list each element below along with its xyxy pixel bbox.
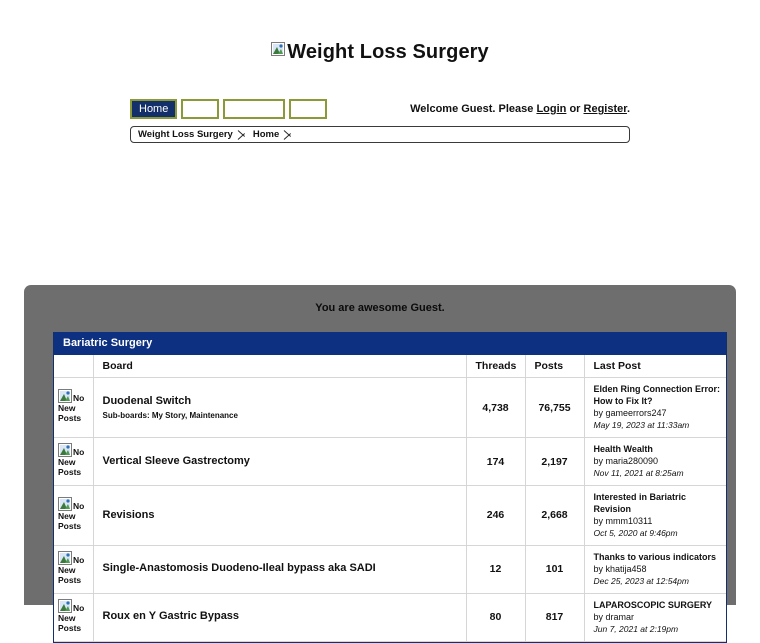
welcome-suffix: . <box>626 103 630 115</box>
no-new-posts-indicator: No New Posts <box>58 389 88 423</box>
board-info-cell: Vertical Sleeve Gastrectomy <box>93 437 467 486</box>
welcome-separator: or <box>566 103 584 115</box>
breadcrumb-separator-icon <box>235 127 251 142</box>
subboards-prefix: Sub-boards: <box>102 410 152 420</box>
nav-tab-home[interactable]: Home <box>130 99 178 119</box>
board-info-cell: Roux en Y Gastric Bypass <box>93 593 467 642</box>
site-title: Weight Loss Surgery <box>287 41 489 63</box>
board-threads-count: 174 <box>466 437 526 486</box>
table-row: No New Posts Duodenal Switch Sub-boards:… <box>54 377 727 439</box>
last-post-author[interactable]: by maria280090 <box>594 456 727 468</box>
broken-image-icon <box>271 42 286 56</box>
table-row: No New Posts Vertical Sleeve Gastrectomy… <box>54 437 727 486</box>
table-header-row: Board Threads Posts Last Post <box>54 355 726 379</box>
broken-image-icon <box>58 389 72 404</box>
board-link[interactable]: Vertical Sleeve Gastrectomy <box>103 455 466 469</box>
board-link[interactable]: Roux en Y Gastric Bypass <box>103 610 466 624</box>
nav-strip: Home Welcome Guest. Please Login or Regi… <box>130 62 630 143</box>
nav-tab-3[interactable] <box>223 99 286 119</box>
board-threads-count: 80 <box>466 593 526 642</box>
last-post-title[interactable]: Health Wealth <box>594 444 727 456</box>
last-post-title[interactable]: Thanks to various indicators <box>594 552 727 564</box>
board-status-cell: No New Posts <box>54 377 94 439</box>
board-posts-count: 76,755 <box>525 377 585 439</box>
board-posts-count: 817 <box>525 593 585 642</box>
last-post-date: Jun 7, 2021 at 2:19pm <box>593 623 679 634</box>
table-row: No New Posts Revisions 246 2,668 Interes… <box>54 485 727 546</box>
table-row: No New Posts Roux en Y Gastric Bypass 80… <box>54 593 727 642</box>
board-last-post-cell: Health Wealth by maria280090 Nov 11, 202… <box>584 437 727 486</box>
board-threads-count: 4,738 <box>466 377 526 439</box>
board-last-post-cell: Thanks to various indicators by khatija4… <box>584 545 727 594</box>
last-post-author[interactable]: by khatija458 <box>594 564 727 576</box>
no-new-posts-indicator: No New Posts <box>58 550 88 585</box>
nav-tabs: Home <box>130 99 328 119</box>
board-info-cell: Single-Anastomosis Duodeno-Ileal bypass … <box>93 545 467 594</box>
board-last-post-cell: Interested in Bariatric Revision by mmm1… <box>584 485 727 546</box>
board-last-post-cell: Elden Ring Connection Error: How to Fix … <box>584 377 727 439</box>
main-panel: You are awesome Guest. Bariatric Surgery… <box>24 285 736 643</box>
no-new-posts-indicator: No New Posts <box>58 496 88 531</box>
board-threads-count: 246 <box>466 485 526 546</box>
nav-tab-2[interactable] <box>181 99 220 119</box>
column-header-icon <box>54 355 94 379</box>
breadcrumb-item-home[interactable]: Home <box>253 129 279 140</box>
board-link[interactable]: Single-Anastomosis Duodeno-Ileal bypass … <box>103 562 466 576</box>
guest-greeting: You are awesome Guest. <box>315 302 445 314</box>
last-post-title[interactable]: Interested in Bariatric Revision <box>594 492 727 516</box>
board-link[interactable]: Revisions <box>103 509 466 523</box>
board-info-cell: Duodenal Switch Sub-boards: My Story, Ma… <box>93 377 467 439</box>
no-new-posts-indicator: No New Posts <box>58 443 88 477</box>
register-link[interactable]: Register <box>584 103 627 115</box>
column-header-threads: Threads <box>466 355 526 379</box>
board-link[interactable]: Duodenal Switch <box>103 395 466 409</box>
column-header-board: Board <box>93 355 467 379</box>
site-logo[interactable]: Weight Loss Surgery <box>271 42 489 62</box>
broken-image-icon <box>58 443 72 457</box>
board-status-cell: No New Posts <box>54 437 94 486</box>
last-post-title[interactable]: LAPAROSCOPIC SURGERY <box>594 600 727 612</box>
board-status-cell: No New Posts <box>54 593 94 642</box>
column-header-posts: Posts <box>525 355 585 379</box>
last-post-author[interactable]: by mmm10311 <box>594 516 727 528</box>
board-info-cell: Revisions <box>93 485 467 546</box>
nav-row: Home Welcome Guest. Please Login or Regi… <box>130 99 630 119</box>
board-posts-count: 101 <box>525 545 585 594</box>
broken-image-icon <box>58 550 72 565</box>
welcome-prefix: Welcome Guest. Please <box>410 103 537 115</box>
board-table-body: No New Posts Duodenal Switch Sub-boards:… <box>54 377 727 642</box>
breadcrumb: Weight Loss Surgery Home <box>130 126 630 143</box>
board-status-cell: No New Posts <box>54 485 94 546</box>
last-post-date: May 19, 2023 at 11:33am <box>593 419 690 430</box>
last-post-date: Oct 5, 2020 at 9:46pm <box>593 527 678 538</box>
welcome-message: Welcome Guest. Please Login or Register. <box>410 103 630 115</box>
board-last-post-cell: LAPAROSCOPIC SURGERY by dramar Jun 7, 20… <box>584 593 727 642</box>
board-posts-count: 2,197 <box>525 437 585 486</box>
board-list-container: Bariatric Surgery Board Threads Posts La… <box>53 332 727 643</box>
column-header-last-post: Last Post <box>584 355 726 379</box>
broken-image-icon <box>58 496 72 511</box>
last-post-author[interactable]: by dramar <box>594 612 727 624</box>
last-post-title[interactable]: Elden Ring Connection Error: How to Fix … <box>594 384 727 408</box>
breadcrumb-item-root[interactable]: Weight Loss Surgery <box>138 129 233 140</box>
table-row: No New Posts Single-Anastomosis Duodeno-… <box>54 545 727 594</box>
last-post-date: Nov 11, 2021 at 8:25am <box>593 467 684 478</box>
login-link[interactable]: Login <box>536 103 566 115</box>
board-subboards: Sub-boards: My Story, Maintenance <box>103 411 466 421</box>
board-table: Board Threads Posts Last Post No New Pos… <box>54 355 726 642</box>
last-post-author[interactable]: by gameerrors247 <box>594 408 727 420</box>
breadcrumb-separator-icon <box>281 127 297 142</box>
broken-image-icon <box>58 598 72 613</box>
subboards-list[interactable]: My Story, Maintenance <box>152 411 238 420</box>
board-threads-count: 12 <box>466 545 526 594</box>
board-status-cell: No New Posts <box>54 545 94 594</box>
last-post-date: Dec 25, 2023 at 12:54pm <box>593 575 689 586</box>
board-posts-count: 2,668 <box>525 485 585 546</box>
nav-tab-4[interactable] <box>289 99 328 119</box>
site-header: Weight Loss Surgery <box>0 0 760 62</box>
category-header-bariatric-surgery[interactable]: Bariatric Surgery <box>54 332 726 356</box>
no-new-posts-indicator: No New Posts <box>58 598 88 633</box>
